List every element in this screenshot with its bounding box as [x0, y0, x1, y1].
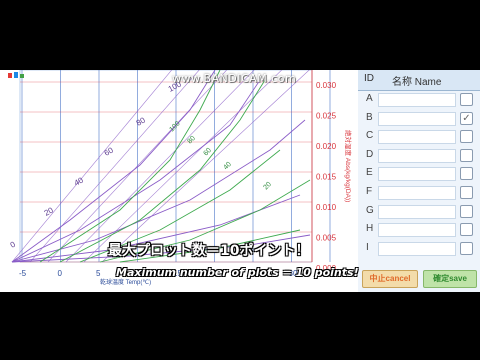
y-axis-title: 絶対湿度 Abs(kg/kg(DA)) [344, 130, 353, 202]
cancel-button[interactable]: 中止cancel [362, 270, 418, 288]
point-name-field[interactable] [378, 148, 456, 163]
x-axis-title: 乾球温度 Temp(℃) [100, 278, 151, 286]
point-name-field[interactable] [378, 93, 456, 107]
header-id: ID [364, 73, 374, 84]
point-id-label: A [366, 93, 373, 104]
y-tick-label: 0.015 [316, 173, 337, 182]
point-row-g: G [358, 203, 480, 221]
point-id-label: H [366, 223, 374, 235]
point-id-label: I [366, 241, 369, 253]
point-row-a: A [358, 91, 480, 109]
point-list-panel: ID 名称 Name A B ✓ C D E F G H I [358, 70, 480, 292]
point-row-b: B ✓ [358, 110, 480, 128]
point-row-c: C [358, 128, 480, 146]
point-row-d: D [358, 147, 480, 165]
point-id-label: G [366, 204, 374, 216]
point-id-label: B [366, 111, 373, 123]
point-checkbox[interactable] [460, 148, 473, 162]
x-tick-label: 0 [58, 269, 63, 278]
point-checkbox[interactable]: ✓ [460, 111, 473, 125]
y-tick-label: 0.005 [316, 234, 337, 243]
point-id-label: C [366, 130, 374, 142]
caption-english: Maximum number of plots = 10 points! [116, 266, 359, 279]
point-checkbox[interactable] [460, 204, 473, 218]
caption-japanese: 最大プロット数＝10ポイント！ [108, 243, 310, 259]
point-list-header: ID 名称 Name [358, 70, 480, 91]
app-logo [8, 70, 68, 82]
point-checkbox[interactable] [460, 130, 473, 144]
save-button[interactable]: 確定save [423, 270, 477, 288]
point-row-h: H [358, 221, 480, 239]
point-id-label: F [366, 186, 373, 197]
y-tick-label: 0.020 [316, 142, 337, 151]
recorder-watermark: www.BANDICAM.com [172, 72, 297, 85]
point-name-field[interactable] [378, 130, 456, 145]
point-name-field[interactable] [378, 241, 456, 256]
point-checkbox[interactable] [460, 223, 473, 237]
point-name-field[interactable] [378, 223, 456, 238]
plot-area [19, 70, 313, 263]
point-row-e: E [358, 165, 480, 183]
point-id-label: D [366, 148, 374, 160]
point-checkbox[interactable] [460, 167, 473, 181]
header-name: 名称 Name [392, 77, 442, 88]
point-row-i: I [358, 240, 480, 258]
y-tick-label: 0.010 [316, 203, 337, 212]
point-checkbox[interactable] [460, 93, 473, 106]
x-tick-label: 5 [96, 269, 101, 278]
logo-icon [8, 72, 24, 78]
point-name-field[interactable] [378, 167, 456, 182]
point-checkbox[interactable] [460, 186, 473, 199]
cancel-button-label: 中止cancel [369, 274, 411, 283]
point-name-field[interactable] [378, 111, 456, 126]
point-id-label: E [366, 167, 373, 179]
x-tick-label: -5 [19, 269, 27, 278]
app-window: 100 80 60 40 20 0 100 80 60 40 20 -5 0 5 10 15 20 25 30 乾球温… [0, 70, 480, 292]
rh-label: 0 [9, 239, 18, 249]
point-name-field[interactable] [378, 204, 456, 219]
y-tick-label: 0.025 [316, 112, 337, 121]
point-row-f: F [358, 184, 480, 202]
y-tick-label: 0.030 [316, 81, 337, 90]
save-button-label: 確定save [433, 274, 467, 283]
point-checkbox[interactable] [460, 241, 473, 255]
point-name-field[interactable] [378, 186, 456, 200]
